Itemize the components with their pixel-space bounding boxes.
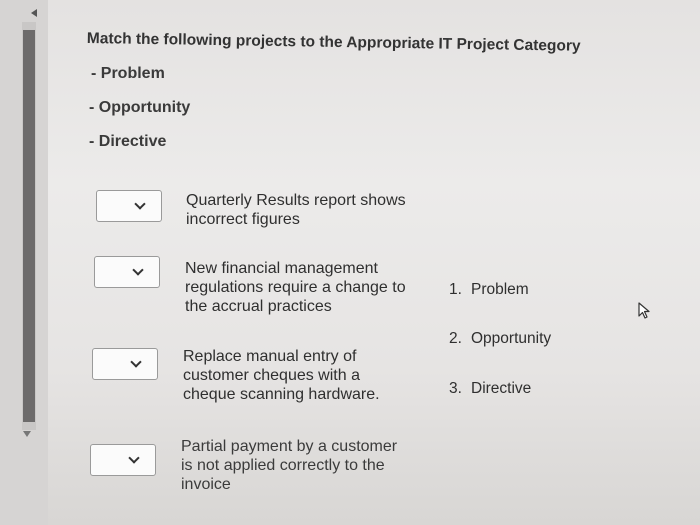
- scroll-down-arrow-icon[interactable]: [23, 431, 31, 437]
- chevron-down-icon: [130, 356, 142, 368]
- answer-option-1: 1. Problem: [449, 281, 529, 299]
- project-item-line: is not applied correctly to the: [181, 457, 385, 474]
- match-dropdown-1[interactable]: [96, 190, 162, 222]
- answer-label: Opportunity: [471, 330, 552, 347]
- project-item-4: Partial payment by a customer is not app…: [181, 437, 397, 494]
- project-item-3: Replace manual entry of customer cheques…: [183, 347, 380, 404]
- match-dropdown-4[interactable]: [90, 444, 156, 476]
- scrollbar-thumb[interactable]: [23, 30, 35, 422]
- project-item-line: the accrual practices: [185, 298, 332, 315]
- chevron-down-icon: [128, 452, 140, 464]
- project-item-line: New financial management: [185, 260, 378, 277]
- chevron-down-icon: [132, 264, 144, 276]
- vertical-scrollbar[interactable]: [0, 0, 48, 525]
- answer-number: 2.: [449, 330, 462, 347]
- project-item-line: invoice: [181, 476, 231, 493]
- answer-label: Problem: [471, 281, 529, 298]
- category-directive: - Directive: [89, 133, 167, 150]
- category-problem: - Problem: [91, 65, 165, 82]
- category-opportunity: - Opportunity: [89, 99, 191, 116]
- answer-label: Directive: [471, 380, 532, 397]
- chevron-down-icon: [134, 198, 146, 210]
- project-item-1: Quarterly Results report shows incorrect…: [186, 191, 406, 229]
- match-dropdown-2[interactable]: [94, 256, 160, 288]
- project-item-line: regulations require a change to: [185, 279, 406, 296]
- answer-option-3: 3. Directive: [449, 380, 531, 398]
- project-item-line: customer cheques with a: [183, 367, 360, 384]
- project-item-line: Replace manual entry of: [183, 348, 357, 365]
- mouse-pointer-icon: [638, 302, 650, 319]
- answer-option-2: 2. Opportunity: [449, 330, 551, 348]
- answer-number: 3.: [449, 380, 462, 397]
- answer-number: 1.: [449, 281, 462, 298]
- match-dropdown-3[interactable]: [92, 348, 158, 380]
- project-item-2: New financial management regulations req…: [185, 259, 406, 316]
- project-item-line: Quarterly Results report shows: [186, 192, 406, 209]
- scroll-up-arrow-icon[interactable]: [31, 9, 37, 17]
- project-item-line: Partial payment by a customer: [181, 438, 398, 455]
- project-item-line: incorrect figures: [186, 211, 300, 228]
- project-item-line: cheque scanning hardware.: [183, 386, 380, 403]
